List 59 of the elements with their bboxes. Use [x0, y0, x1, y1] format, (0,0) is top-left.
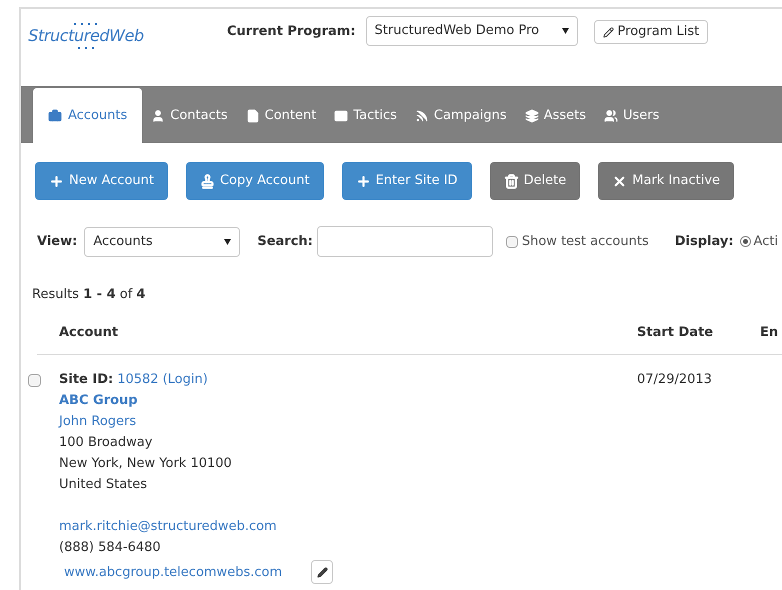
radio-button[interactable] [740, 236, 751, 247]
plus-icon [49, 174, 64, 188]
search-label: Search: [257, 232, 313, 251]
caret-icon [224, 238, 232, 244]
close-icon [612, 174, 628, 188]
people-icon [604, 108, 618, 122]
login-link[interactable]: (Login) [162, 369, 208, 390]
radio-label: Acti [754, 232, 778, 251]
column-header: Account [59, 324, 120, 342]
nav-tab[interactable]: Assets [516, 88, 595, 143]
logo: StructuredWeb [28, 26, 144, 46]
search-field[interactable] [316, 226, 493, 257]
program-label: Current Program: [227, 23, 356, 41]
start-date: 07/29/2013 [637, 371, 712, 389]
briefcase-icon [48, 108, 62, 122]
view-label: View: [37, 232, 78, 251]
account-name-link[interactable]: ABC Group [59, 390, 138, 411]
website-link[interactable]: www.abcgroup.telecomwebs.com [64, 562, 282, 582]
plus-icon [356, 174, 371, 188]
dots-icon [72, 22, 100, 26]
checkbox-label: Show test accounts [522, 232, 649, 251]
nav-tab[interactable]: Campaigns [406, 88, 516, 143]
rss-icon [414, 108, 429, 122]
phone-number: (888) 584-6480 [59, 539, 161, 557]
action-button[interactable]: Mark Inactive [598, 162, 734, 200]
document-icon [246, 108, 260, 122]
column-header: En [760, 324, 778, 342]
action-button[interactable]: Delete [490, 162, 580, 200]
column-header: Start Date [637, 324, 714, 342]
edit-button[interactable] [311, 560, 334, 584]
contact-link[interactable]: John Rogers [59, 411, 136, 432]
view-select[interactable]: Accounts [84, 226, 240, 256]
pencil-icon [602, 26, 614, 38]
site-id-link[interactable]: 10582 [117, 369, 159, 390]
checkbox[interactable] [506, 236, 518, 248]
results-count: Results 1 - 4 of 4 [32, 287, 146, 302]
nav-tab[interactable]: Tactics [325, 88, 406, 143]
program-list-button[interactable]: Program List [594, 20, 708, 44]
trash-icon [504, 174, 519, 188]
address-line: United States [59, 476, 148, 494]
address-line: New York, New York 10100 [59, 455, 232, 473]
email-link[interactable]: mark.ritchie@structuredweb.com [59, 516, 277, 537]
address-line: 100 Broadway [59, 434, 152, 452]
person-icon [151, 108, 166, 122]
program-select[interactable]: StructuredWeb Demo Pro [366, 16, 578, 46]
nav-tab[interactable]: Accounts [33, 88, 142, 143]
action-button[interactable]: New Account [35, 162, 168, 200]
layers-icon [524, 108, 539, 122]
caret-icon [562, 28, 569, 34]
display-label: Display: [674, 232, 734, 251]
action-button[interactable]: Copy Account [186, 162, 324, 200]
pencil-icon [316, 566, 328, 578]
nav-tab[interactable]: Content [236, 88, 326, 143]
site-id-label: Site ID: [59, 371, 114, 389]
action-button[interactable]: Enter Site ID [342, 162, 472, 200]
nav-tab[interactable]: Users [595, 88, 668, 143]
row-checkbox[interactable] [28, 374, 41, 387]
stamp-icon [200, 174, 215, 188]
nav-tab[interactable]: Contacts [142, 88, 237, 143]
